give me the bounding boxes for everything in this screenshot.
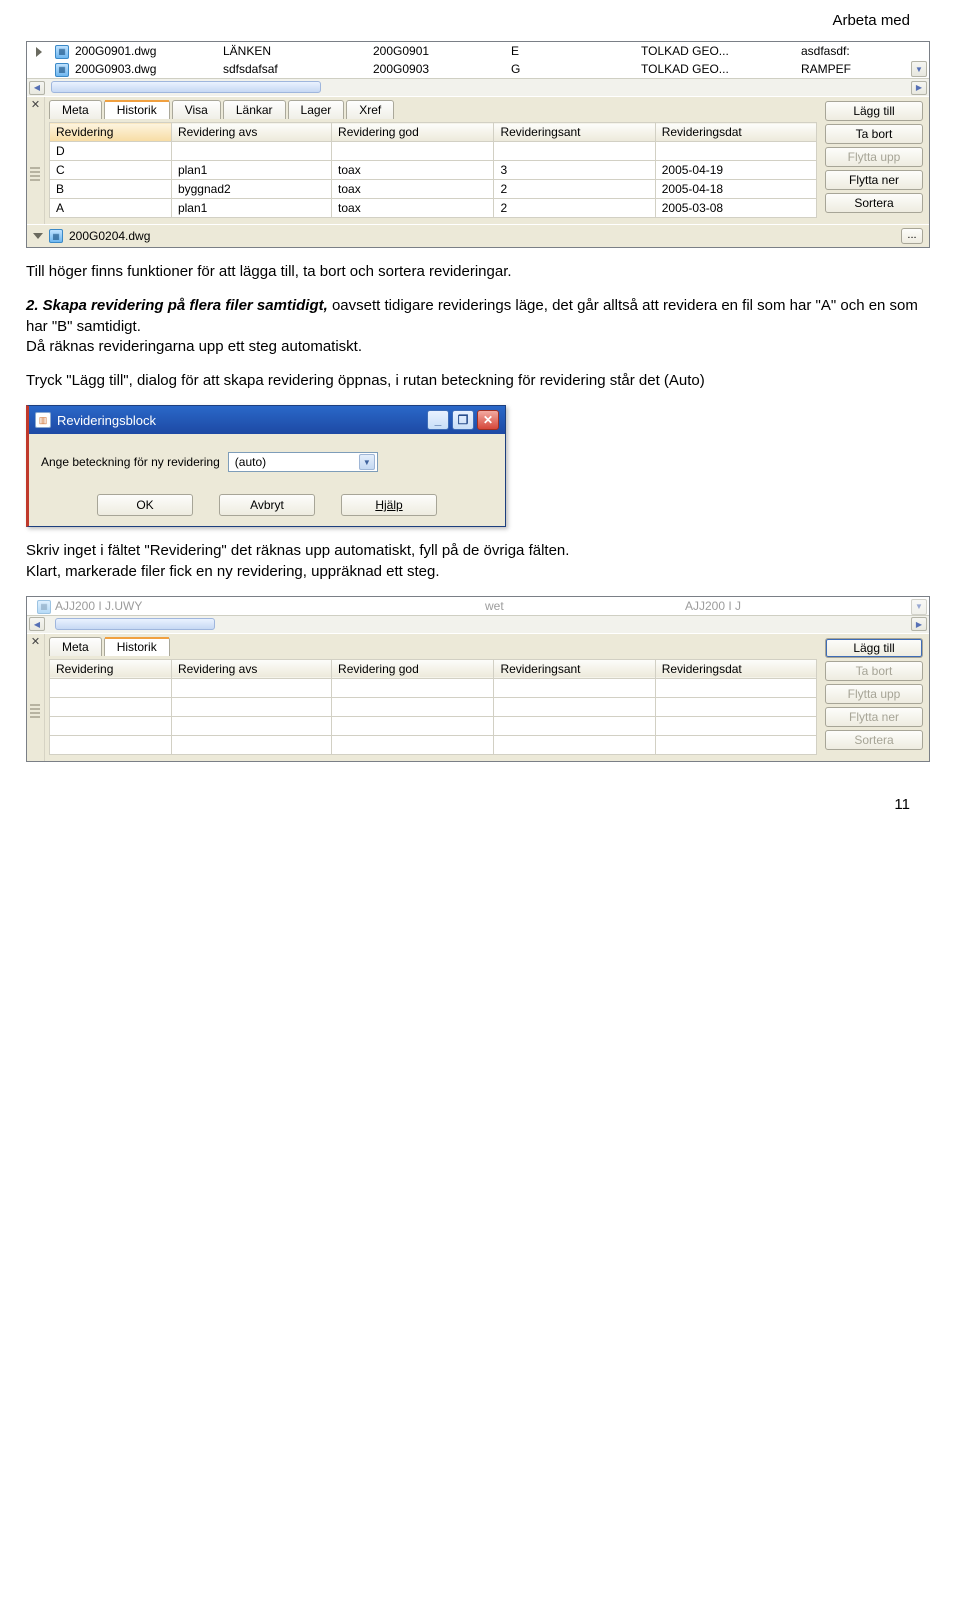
dwg-icon: ▦ (55, 63, 69, 77)
status-file: 200G0204.dwg (69, 229, 150, 243)
tab-historik[interactable]: Historik (104, 637, 170, 656)
screenshot-2: ▦ AJJ200 I J.UWY wet AJJ200 I J ▼ ◀ ▶ ✕ (26, 596, 930, 762)
dialog-title: Revideringsblock (57, 413, 424, 428)
close-panel-icon[interactable]: ✕ (29, 99, 42, 112)
maximize-icon[interactable]: ❐ (452, 410, 474, 430)
file-row[interactable]: ▦ 200G0903.dwg sdfsdafsaf 200G0903 G TOL… (27, 60, 929, 78)
table-row[interactable]: B byggnad2 toax 2 2005-04-18 (50, 180, 817, 199)
move-down-button[interactable]: Flytta ner (825, 170, 923, 190)
move-up-button[interactable]: Flytta upp (825, 684, 923, 704)
dialog-titlebar[interactable]: ▥ Revideringsblock _ ❐ ✕ (29, 406, 505, 434)
scrollbar-thumb[interactable] (51, 81, 321, 93)
revidering-value: (auto) (235, 455, 266, 469)
close-panel-icon[interactable]: ✕ (29, 636, 42, 649)
table-row[interactable] (50, 716, 817, 735)
grip-icon[interactable] (30, 704, 40, 718)
table-row[interactable]: A plan1 toax 2 2005-03-08 (50, 199, 817, 218)
tab-meta[interactable]: Meta (49, 637, 102, 656)
table-row[interactable] (50, 678, 817, 697)
sort-button[interactable]: Sortera (825, 730, 923, 750)
tabs: Meta Historik Visa Länkar Lager Xref (49, 100, 817, 119)
button-column: Lägg till Ta bort Flytta upp Flytta ner … (821, 97, 929, 224)
file-grid: ▦ 200G0901.dwg LÄNKEN 200G0901 E TOLKAD … (27, 42, 929, 96)
col-revideringsdat[interactable]: Revideringsdat (655, 123, 816, 142)
close-icon[interactable]: ✕ (477, 410, 499, 430)
file-name: 200G0903.dwg (71, 61, 219, 77)
dialog-icon: ▥ (35, 412, 51, 428)
sort-button[interactable]: Sortera (825, 193, 923, 213)
dwg-icon: ▦ (49, 229, 63, 243)
grip-icon[interactable] (30, 167, 40, 181)
file-row[interactable]: ▦ AJJ200 I J.UWY wet AJJ200 I J ▼ (27, 597, 929, 615)
revidering-combo[interactable]: (auto) ▼ (228, 452, 378, 472)
body-text: Skriv inget i fältet "Revidering" det rä… (26, 542, 569, 559)
move-down-button[interactable]: Flytta ner (825, 707, 923, 727)
move-up-button[interactable]: Flytta upp (825, 147, 923, 167)
status-bar: ▦ 200G0204.dwg ... (27, 224, 929, 247)
tab-lankar[interactable]: Länkar (223, 100, 286, 119)
table-row[interactable]: D (50, 142, 817, 161)
tabs: Meta Historik (49, 637, 817, 656)
body-text: Klart, markerade filer fick en ny revide… (26, 563, 440, 580)
dwg-icon: ▦ (37, 600, 51, 614)
button-column: Lägg till Ta bort Flytta upp Flytta ner … (821, 634, 929, 761)
col-revidering-god[interactable]: Revidering god (332, 123, 494, 142)
table-row[interactable]: C plan1 toax 3 2005-04-19 (50, 161, 817, 180)
ok-button[interactable]: OK (97, 494, 193, 516)
revision-table: Revidering Revidering avs Revidering god… (49, 659, 817, 755)
help-button[interactable]: Hjälp (341, 494, 437, 516)
expand-icon (36, 47, 42, 57)
add-button[interactable]: Lägg till (825, 101, 923, 121)
chevron-down-icon[interactable]: ▼ (359, 454, 375, 470)
col-revidering-avs[interactable]: Revidering avs (171, 123, 331, 142)
paragraph: Till höger finns funktioner för att lägg… (26, 262, 930, 282)
minimize-icon[interactable]: _ (427, 410, 449, 430)
tab-meta[interactable]: Meta (49, 100, 102, 119)
add-button[interactable]: Lägg till (825, 638, 923, 658)
page-number: 11 (20, 766, 940, 813)
col-revidering[interactable]: Revidering (50, 123, 172, 142)
scrollbar-thumb[interactable] (55, 618, 215, 630)
remove-button[interactable]: Ta bort (825, 661, 923, 681)
paragraph: 2. Skapa revidering på flera filer samti… (26, 296, 930, 357)
col-revideringsant[interactable]: Revideringsant (494, 123, 655, 142)
dropdown-icon[interactable] (33, 233, 43, 239)
col-revidering-avs[interactable]: Revidering avs (171, 659, 331, 678)
file-row[interactable]: ▦ 200G0901.dwg LÄNKEN 200G0901 E TOLKAD … (27, 42, 929, 60)
scroll-right-icon[interactable]: ▶ (911, 81, 927, 95)
file-name: 200G0901.dwg (71, 43, 219, 59)
col-revideringsant[interactable]: Revideringsant (494, 659, 655, 678)
screenshot-1: ▦ 200G0901.dwg LÄNKEN 200G0901 E TOLKAD … (26, 41, 930, 248)
tab-historik[interactable]: Historik (104, 100, 170, 119)
tab-visa[interactable]: Visa (172, 100, 221, 119)
revision-table: Revidering Revidering avs Revidering god… (49, 122, 817, 218)
paragraph: Skriv inget i fältet "Revidering" det rä… (26, 541, 930, 582)
col-revidering-god[interactable]: Revidering god (332, 659, 494, 678)
paragraph: Tryck "Lägg till", dialog för att skapa … (26, 371, 930, 391)
page-header: Arbeta med (20, 0, 940, 37)
scroll-left-icon[interactable]: ◀ (29, 81, 45, 95)
scroll-left-icon[interactable]: ◀ (29, 617, 45, 631)
tab-xref[interactable]: Xref (346, 100, 394, 119)
file-name: AJJ200 I J.UWY (55, 599, 355, 613)
col-revidering[interactable]: Revidering (50, 659, 172, 678)
remove-button[interactable]: Ta bort (825, 124, 923, 144)
scroll-down-icon[interactable]: ▼ (911, 61, 927, 77)
cancel-button[interactable]: Avbryt (219, 494, 315, 516)
scroll-down-icon[interactable]: ▼ (911, 599, 927, 615)
col-revideringsdat[interactable]: Revideringsdat (655, 659, 816, 678)
revideringsblock-dialog: ▥ Revideringsblock _ ❐ ✕ Ange beteckning… (26, 405, 506, 527)
horizontal-scrollbar[interactable]: ◀ ▶ (27, 78, 929, 96)
tab-lager[interactable]: Lager (288, 100, 345, 119)
dwg-icon: ▦ (55, 45, 69, 59)
body-text: Då räknas revideringarna upp ett steg au… (26, 338, 362, 355)
table-row[interactable] (50, 697, 817, 716)
table-row[interactable] (50, 735, 817, 754)
horizontal-scrollbar[interactable]: ◀ ▶ (27, 615, 929, 633)
dialog-label: Ange beteckning för ny revidering (41, 455, 220, 469)
scroll-right-icon[interactable]: ▶ (911, 617, 927, 631)
lead-text: 2. Skapa revidering på flera filer samti… (26, 297, 328, 314)
browse-button[interactable]: ... (901, 228, 923, 244)
